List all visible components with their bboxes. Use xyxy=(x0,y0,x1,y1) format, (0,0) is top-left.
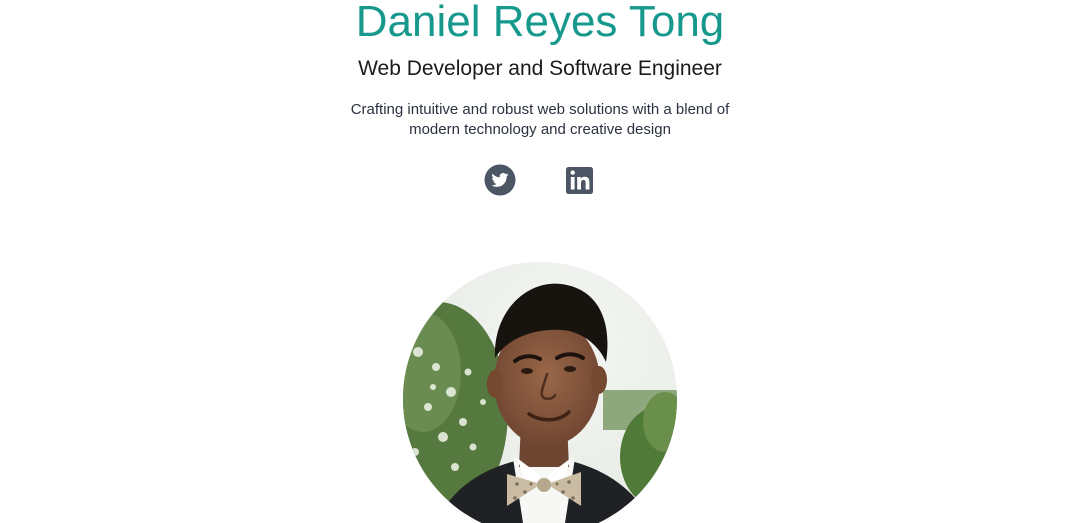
profile-tagline: Crafting intuitive and robust web soluti… xyxy=(350,101,730,138)
profile-name: Daniel Reyes Tong xyxy=(355,0,725,46)
linkedin-link[interactable] xyxy=(564,164,596,196)
hero-section: Daniel Reyes Tong Web Developer and Soft… xyxy=(0,0,1080,523)
profile-photo-illustration xyxy=(403,262,677,523)
social-links xyxy=(0,164,1080,198)
linkedin-icon xyxy=(566,167,593,194)
profile-role: Web Developer and Software Engineer xyxy=(358,57,722,80)
twitter-icon xyxy=(484,164,516,196)
profile-photo xyxy=(403,262,677,523)
twitter-link[interactable] xyxy=(484,164,516,196)
